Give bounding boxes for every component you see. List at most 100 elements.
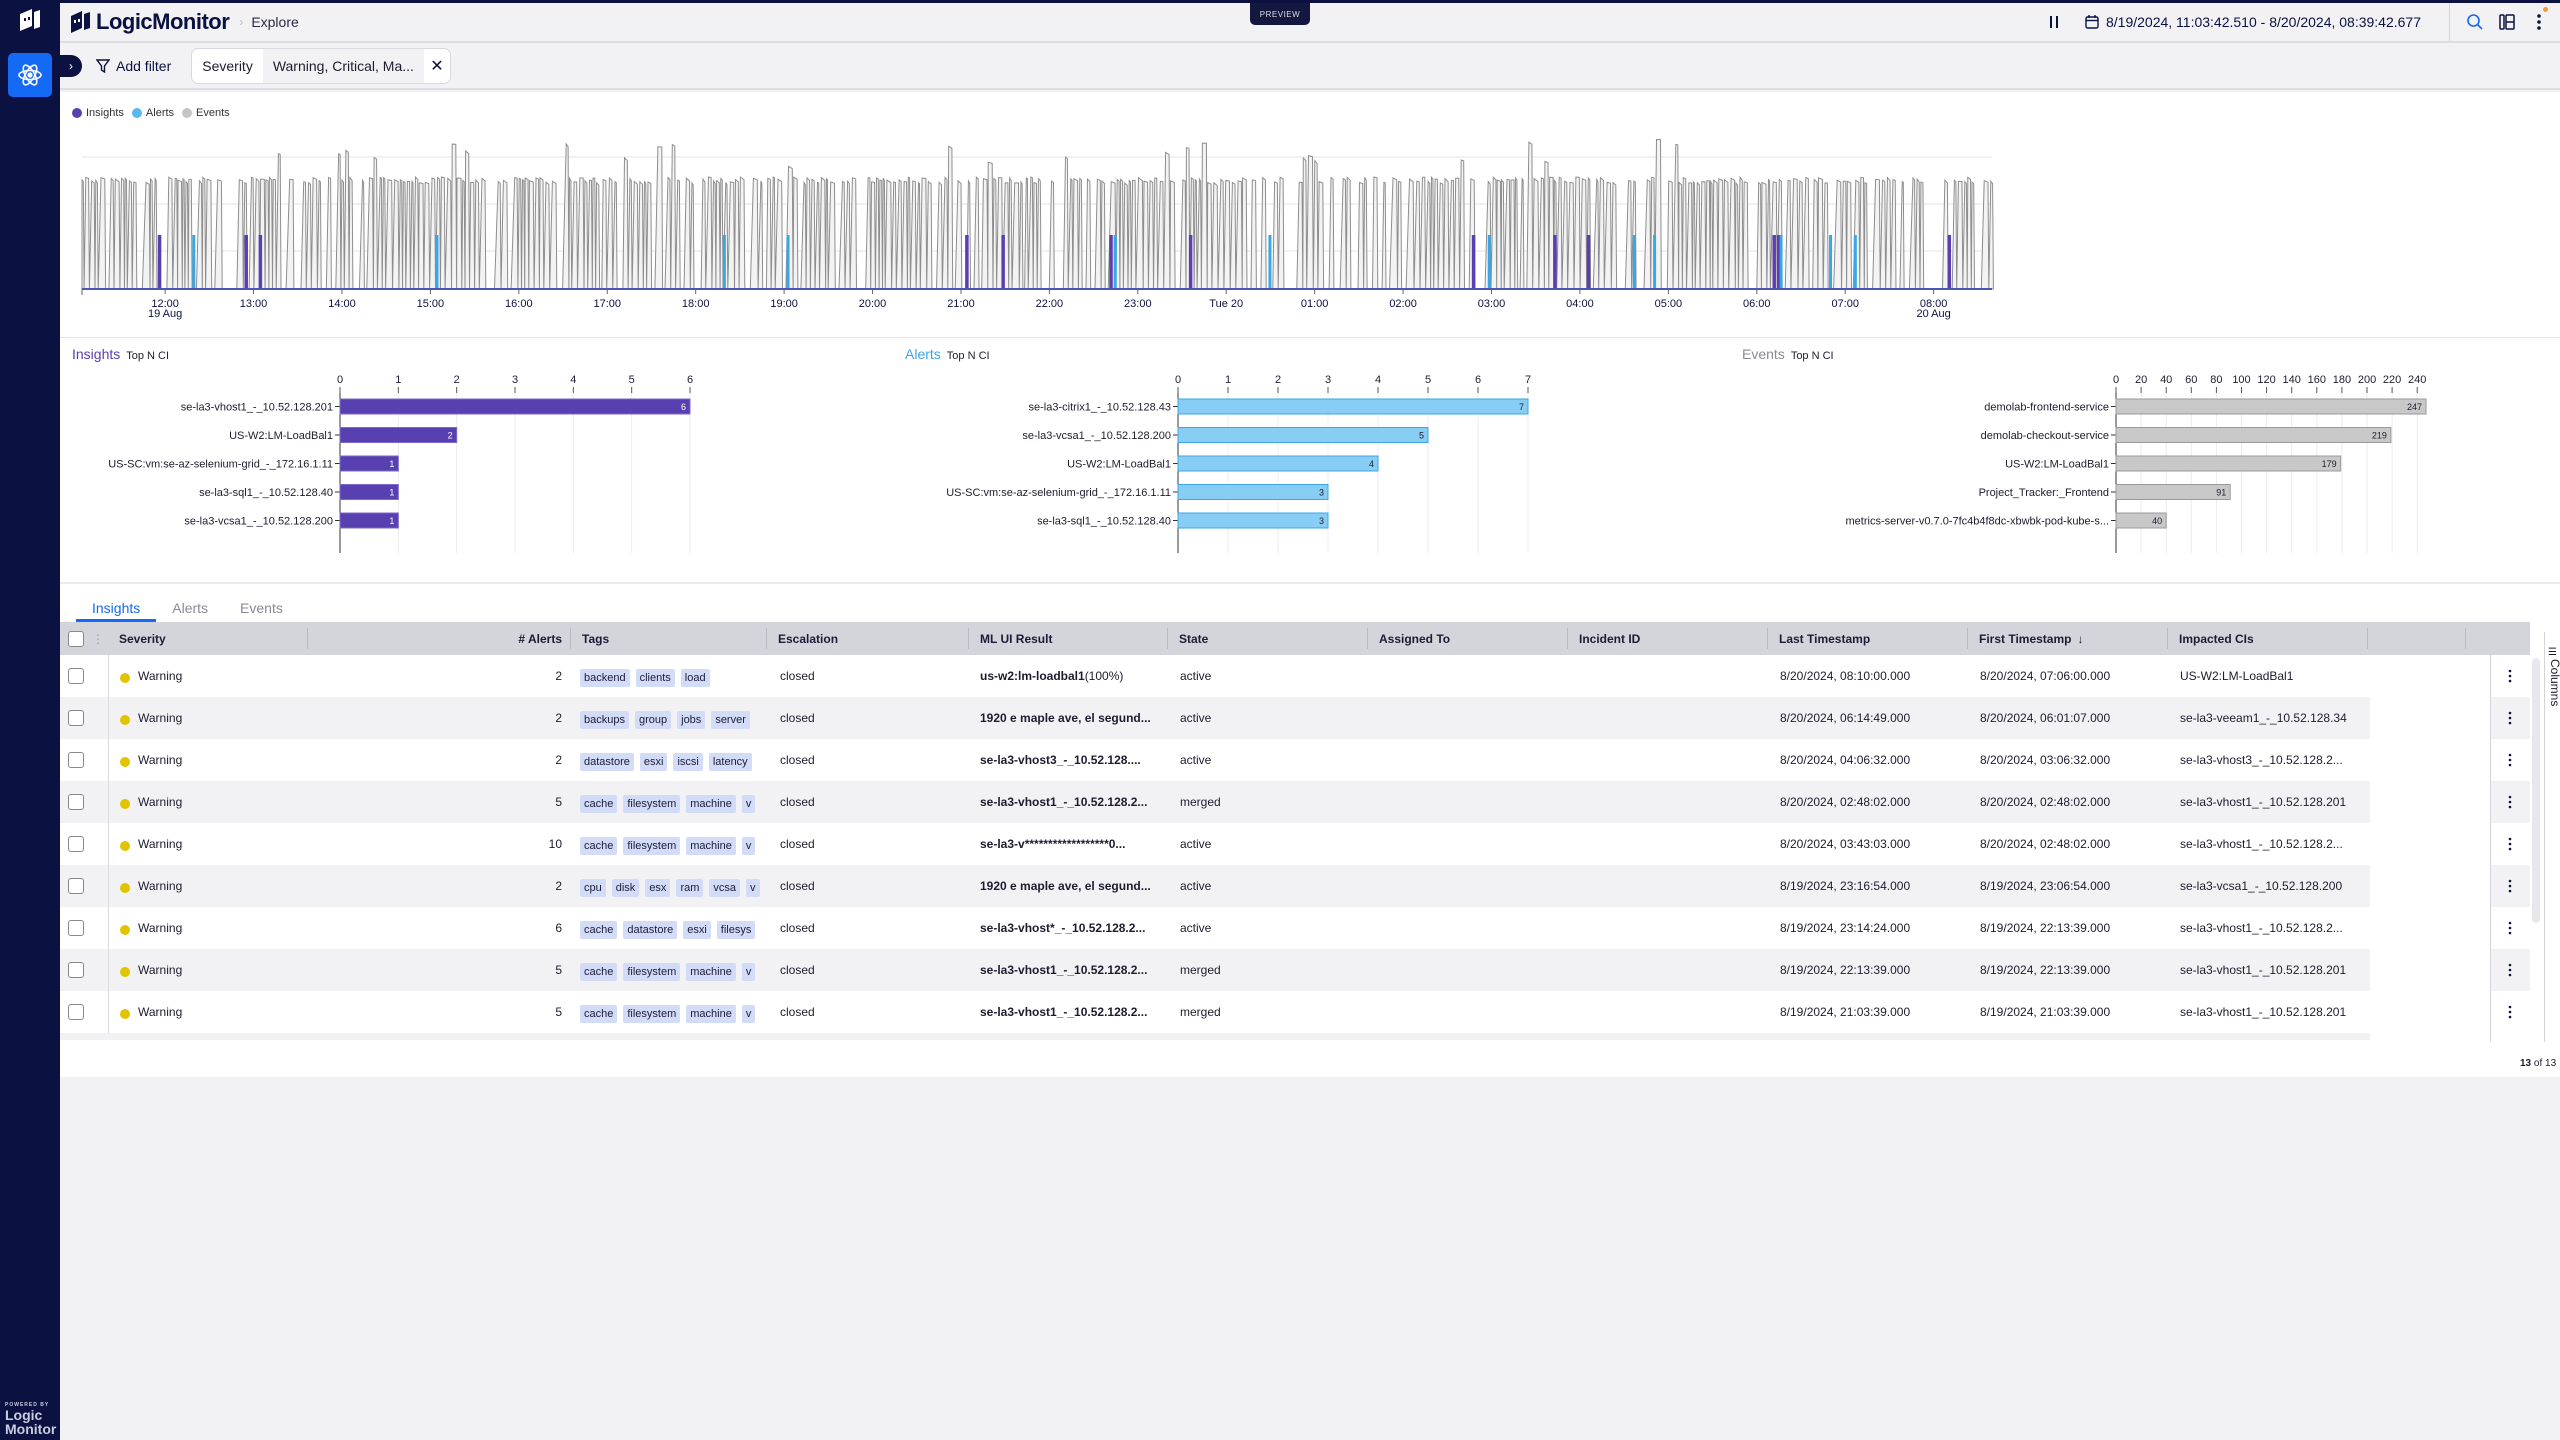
expand-panel-button[interactable]: › <box>60 54 82 77</box>
topn-title[interactable]: Events <box>1742 346 1785 362</box>
remove-filter-button[interactable]: ✕ <box>424 49 450 83</box>
impacted-ci-cell[interactable]: se-la3-vhost1_-_10.52.128.201 <box>2180 991 2375 1033</box>
impacted-ci-cell[interactable]: se-la3-vhost1_-_10.52.128.201 <box>2180 949 2375 991</box>
columns-panel-button[interactable]: ☰ Columns <box>2546 647 2560 737</box>
tab-alerts[interactable]: Alerts <box>156 600 224 622</box>
row-actions-button[interactable] <box>2499 707 2521 729</box>
row-checkbox[interactable] <box>68 836 84 852</box>
ml-result-cell[interactable]: se-la3-vhost1_-_10.52.128.2... <box>980 949 1165 991</box>
row-checkbox[interactable] <box>68 1004 84 1020</box>
table-row[interactable]: Warning 2 backups group jobs server closed … <box>60 697 2530 739</box>
logicmonitor-logo-icon[interactable] <box>14 6 44 36</box>
date-range-picker[interactable]: 8/19/2024, 11:03:42.510 - 8/20/2024, 08:… <box>2084 14 2421 30</box>
more-menu-button[interactable] <box>2528 7 2550 33</box>
tag-chip[interactable]: v <box>741 962 756 981</box>
tag-chip[interactable]: server <box>711 710 750 729</box>
column-resize-handle[interactable] <box>2465 622 2477 655</box>
row-actions-button[interactable] <box>2499 917 2521 939</box>
tag-chip[interactable]: machine <box>686 962 736 981</box>
filter-chip-value[interactable]: Warning, Critical, Ma... <box>262 48 424 83</box>
column-resize-handle[interactable] <box>307 622 319 655</box>
impacted-ci-cell[interactable]: se-la3-vhost1_-_10.52.128.2... <box>2180 823 2375 865</box>
row-actions-button[interactable] <box>2499 665 2521 687</box>
row-actions-button[interactable] <box>2499 749 2521 771</box>
tag-chip[interactable]: cpu <box>580 878 606 897</box>
select-all-checkbox[interactable] <box>68 630 84 647</box>
legend-item-events[interactable]: Events <box>182 107 230 119</box>
impacted-ci-cell[interactable]: se-la3-veeam1_-_10.52.128.34 <box>2180 697 2375 739</box>
tag-chip[interactable]: filesys <box>716 920 756 939</box>
tag-chip[interactable]: cache <box>580 836 618 855</box>
tag-chip[interactable]: clients <box>635 668 675 687</box>
topn-title[interactable]: Alerts <box>905 346 941 362</box>
tag-chip[interactable]: esxi <box>639 752 668 771</box>
tag-chip[interactable]: backups <box>580 710 629 729</box>
ml-result-cell[interactable]: se-la3-vhost*_-_10.52.128.2... <box>980 907 1165 949</box>
row-checkbox[interactable] <box>68 962 84 978</box>
column-header-first-timestamp[interactable]: First Timestamp ↓ <box>1967 622 2083 655</box>
column-header-last-timestamp[interactable]: Last Timestamp <box>1767 622 1870 655</box>
table-row[interactable]: Warning 2 cpu disk esx ram vcsa v closed 1920… <box>60 865 2530 907</box>
tag-chip[interactable]: datastore <box>623 920 678 939</box>
tag-chip[interactable]: v <box>741 794 756 813</box>
tag-chip[interactable]: jobs <box>677 710 706 729</box>
row-checkbox[interactable] <box>68 710 84 726</box>
column-header-ml-result[interactable]: ML UI Result <box>968 622 1052 655</box>
tag-chip[interactable]: datastore <box>580 752 634 771</box>
tag-chip[interactable]: cache <box>580 1004 618 1023</box>
impacted-ci-cell[interactable]: se-la3-vcsa1_-_10.52.128.200 <box>2180 865 2375 907</box>
tag-chip[interactable]: machine <box>686 794 736 813</box>
column-drag-handle-icon[interactable]: ⋮ <box>92 632 104 646</box>
table-row[interactable]: Warning 5 cache filesystem machine v closed… <box>60 991 2530 1033</box>
impacted-ci-cell[interactable]: se-la3-vhost3_-_10.52.128.2... <box>2180 739 2375 781</box>
row-checkbox[interactable] <box>68 668 84 684</box>
add-filter-button[interactable]: Add filter <box>96 58 171 74</box>
column-header-incident-id[interactable]: Incident ID <box>1567 622 1640 655</box>
column-header-severity[interactable]: Severity <box>107 622 166 655</box>
column-resize-handle[interactable] <box>2307 622 2368 655</box>
tab-events[interactable]: Events <box>224 600 299 622</box>
topn-title[interactable]: Insights <box>72 346 120 362</box>
column-header-impacted-cis[interactable]: Impacted CIs <box>2167 622 2254 655</box>
table-vertical-scrollbar[interactable] <box>2532 658 2540 923</box>
layout-toggle-button[interactable] <box>2496 11 2518 33</box>
breadcrumb-explore[interactable]: Explore <box>251 14 298 30</box>
table-row[interactable]: Warning 6 cache datastore esxi filesys clos… <box>60 907 2530 949</box>
legend-item-alerts[interactable]: Alerts <box>131 107 174 119</box>
table-row[interactable]: Warning 2 datastore esxi iscsi latency clos… <box>60 739 2530 781</box>
row-actions-button[interactable] <box>2499 875 2521 897</box>
tag-chip[interactable]: load <box>680 668 710 687</box>
column-header-tags[interactable]: Tags <box>570 622 609 655</box>
tag-chip[interactable]: machine <box>686 836 736 855</box>
pause-button[interactable] <box>2044 12 2064 32</box>
table-row[interactable]: Warning 5 cache filesystem machine v closed… <box>60 949 2530 991</box>
brand[interactable]: LogicMonitor <box>68 9 230 35</box>
row-actions-button[interactable] <box>2499 791 2521 813</box>
tag-chip[interactable]: filesystem <box>623 962 681 981</box>
tag-chip[interactable]: backend <box>580 668 630 687</box>
tag-chip[interactable]: v <box>741 1004 756 1023</box>
filter-chip-severity[interactable]: Severity Warning, Critical, Ma... ✕ <box>191 47 451 84</box>
ml-result-cell[interactable]: se-la3-vhost1_-_10.52.128.2... <box>980 991 1165 1033</box>
column-header-escalation[interactable]: Escalation <box>766 622 838 655</box>
table-row[interactable]: Warning 5 cache filesystem machine v closed… <box>60 781 2530 823</box>
row-actions-button[interactable] <box>2499 959 2521 981</box>
table-row[interactable]: Warning 10 cache filesystem machine v close… <box>60 823 2530 865</box>
search-button[interactable] <box>2464 11 2486 33</box>
ml-result-cell[interactable]: us-w2:lm-loadbal1 (100%) <box>980 655 1165 697</box>
tag-chip[interactable]: iscsi <box>673 752 703 771</box>
tag-chip[interactable]: v <box>741 836 756 855</box>
tag-chip[interactable]: esxi <box>683 920 711 939</box>
ml-result-cell[interactable]: se-la3-vhost3_-_10.52.128.... <box>980 739 1165 781</box>
row-checkbox[interactable] <box>68 752 84 768</box>
legend-item-insights[interactable]: Insights <box>72 107 124 119</box>
column-header-state[interactable]: State <box>1167 622 1208 655</box>
tag-chip[interactable]: v <box>746 878 760 897</box>
row-checkbox[interactable] <box>68 920 84 936</box>
column-header-assigned-to[interactable]: Assigned To <box>1367 622 1450 655</box>
impacted-ci-cell[interactable]: se-la3-vhost1_-_10.52.128.201 <box>2180 781 2375 823</box>
tag-chip[interactable]: ram <box>676 878 704 897</box>
row-actions-button[interactable] <box>2499 833 2521 855</box>
ml-result-cell[interactable]: se-la3-vhost1_-_10.52.128.2... <box>980 781 1165 823</box>
tag-chip[interactable]: machine <box>686 1004 736 1023</box>
